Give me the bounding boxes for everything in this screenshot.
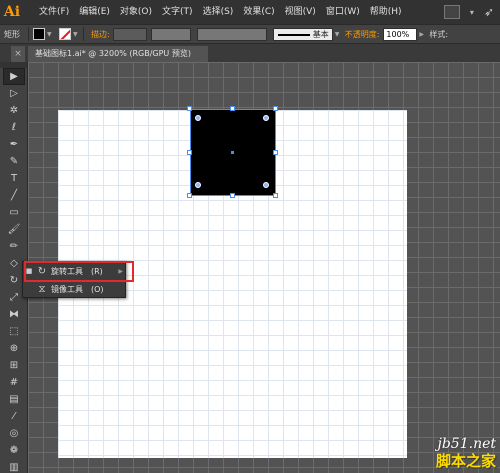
opacity-label[interactable]: 不透明度: xyxy=(341,29,384,40)
menu-object[interactable]: 对象(O) xyxy=(115,0,157,24)
flyout-item-reflect[interactable]: ⧖ 镜像工具 (O) xyxy=(23,280,125,298)
live-corner-widget[interactable] xyxy=(195,182,201,188)
control-bar: 矩形 ▼ ▼ 描边: 基本 ▼ 不透明度: 100% ▶ 样式: xyxy=(0,24,500,44)
stroke-weight-field[interactable] xyxy=(112,27,147,41)
object-type-label: 矩形 xyxy=(4,29,20,39)
highlight-annotation xyxy=(24,261,134,282)
pen-tool-icon[interactable]: ✒ xyxy=(3,136,25,153)
bounding-handle[interactable] xyxy=(273,150,278,155)
menu-right-controls: ▾ ➶ xyxy=(443,0,494,24)
gpu-performance-icon[interactable]: ➶ xyxy=(484,5,494,19)
menu-select[interactable]: 选择(S) xyxy=(198,0,239,24)
reflect-icon: ⧖ xyxy=(38,283,46,295)
arrange-documents-icon[interactable] xyxy=(443,5,460,19)
menu-help[interactable]: 帮助(H) xyxy=(365,0,407,24)
symbol-sprayer-tool-icon[interactable]: ❁ xyxy=(3,442,25,459)
divider xyxy=(28,27,29,41)
chevron-down-icon[interactable]: ▼ xyxy=(47,31,53,38)
opacity-field[interactable]: 100% xyxy=(383,27,418,41)
bounding-handle[interactable] xyxy=(273,193,278,198)
live-corner-widget[interactable] xyxy=(263,115,269,121)
menu-bar: Ai 文件(F) 编辑(E) 对象(O) 文字(T) 选择(S) 效果(C) 视… xyxy=(0,0,500,24)
center-point[interactable] xyxy=(231,151,234,154)
curvature-tool-icon[interactable]: ✎ xyxy=(3,153,25,170)
column-graph-tool-icon[interactable]: ▥ xyxy=(3,459,25,473)
paintbrush-tool-icon[interactable]: 🖌 xyxy=(3,221,25,238)
flyout-item-shortcut: (O) xyxy=(91,284,104,294)
blend-tool-icon[interactable]: ◎ xyxy=(3,425,25,442)
bounding-handle[interactable] xyxy=(273,106,278,111)
style-label: 样式: xyxy=(429,29,449,39)
bounding-handle[interactable] xyxy=(187,193,192,198)
lasso-tool-icon[interactable]: ℓ xyxy=(3,119,25,136)
rectangle-tool-icon[interactable]: ▭ xyxy=(3,204,25,221)
menu-items: 文件(F) 编辑(E) 对象(O) 文字(T) 选择(S) 效果(C) 视图(V… xyxy=(34,0,407,24)
width-tool-icon[interactable]: ⧓ xyxy=(3,306,25,323)
chevron-down-icon[interactable]: ▾ xyxy=(470,8,474,17)
type-tool-icon[interactable]: T xyxy=(3,170,25,187)
stroke-label[interactable]: 描边: xyxy=(88,29,113,40)
bounding-handle[interactable] xyxy=(230,106,235,111)
menu-window[interactable]: 窗口(W) xyxy=(321,0,365,24)
selection-tool-icon[interactable]: ▶ xyxy=(3,68,25,85)
close-icon[interactable]: × xyxy=(11,46,25,62)
document-tab[interactable]: 基础图标1.ai* @ 3200% (RGB/GPU 预览) xyxy=(28,46,208,62)
pencil-tool-icon[interactable]: ✏ xyxy=(3,238,25,255)
mesh-tool-icon[interactable]: # xyxy=(3,374,25,391)
free-transform-tool-icon[interactable]: ⬚ xyxy=(3,323,25,340)
menu-effect[interactable]: 效果(C) xyxy=(238,0,279,24)
menu-edit[interactable]: 编辑(E) xyxy=(74,0,115,24)
gradient-tool-icon[interactable]: ▤ xyxy=(3,391,25,408)
chevron-down-icon[interactable]: ▼ xyxy=(73,31,79,38)
brush-definition-field[interactable] xyxy=(196,27,267,41)
watermark: jb51.net 脚本之家 xyxy=(436,436,496,471)
watermark-site-name: 脚本之家 xyxy=(435,452,496,470)
bounding-handle[interactable] xyxy=(187,106,192,111)
live-corner-widget[interactable] xyxy=(195,115,201,121)
variable-width-field[interactable] xyxy=(150,27,191,41)
stroke-profile-dropdown[interactable]: 基本 xyxy=(272,27,333,41)
eyedropper-tool-icon[interactable]: ⁄ xyxy=(3,408,25,425)
menu-view[interactable]: 视图(V) xyxy=(280,0,321,24)
shape-builder-tool-icon[interactable]: ⊕ xyxy=(3,340,25,357)
document-tab-bar: × 基础图标1.ai* @ 3200% (RGB/GPU 预览) xyxy=(0,44,500,62)
bounding-handle[interactable] xyxy=(187,150,192,155)
direct-selection-tool-icon[interactable]: ▷ xyxy=(3,85,25,102)
magic-wand-tool-icon[interactable]: ✲ xyxy=(3,102,25,119)
fill-swatch[interactable] xyxy=(33,28,45,40)
perspective-grid-tool-icon[interactable]: ⊞ xyxy=(3,357,25,374)
menu-file[interactable]: 文件(F) xyxy=(34,0,74,24)
line-tool-icon[interactable]: ╱ xyxy=(3,187,25,204)
live-corner-widget[interactable] xyxy=(263,182,269,188)
app-logo: Ai xyxy=(3,4,21,20)
bounding-handle[interactable] xyxy=(230,193,235,198)
stroke-swatch[interactable] xyxy=(59,28,71,40)
stroke-profile-label: 基本 xyxy=(312,29,329,39)
flyout-item-label: 镜像工具 xyxy=(51,284,83,294)
divider xyxy=(83,27,84,41)
menu-type[interactable]: 文字(T) xyxy=(157,0,198,24)
